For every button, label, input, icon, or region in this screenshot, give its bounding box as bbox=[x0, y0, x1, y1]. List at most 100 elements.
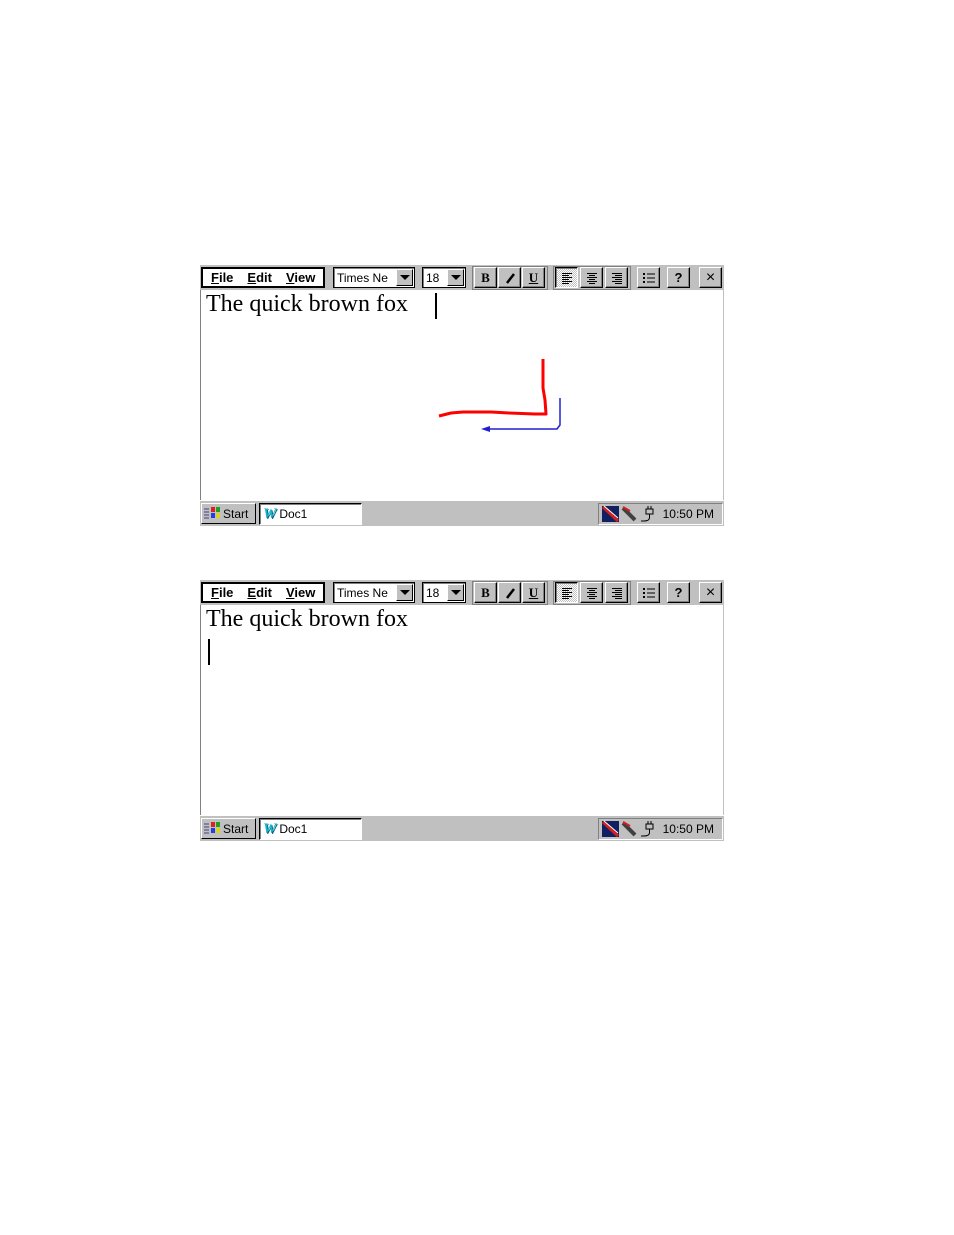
font-name-value: Times Ne bbox=[337, 585, 388, 600]
close-icon: × bbox=[705, 583, 716, 601]
italic-icon bbox=[505, 272, 515, 284]
power-plug-icon bbox=[641, 506, 654, 522]
italic-button[interactable] bbox=[498, 267, 521, 288]
start-button[interactable]: Start bbox=[201, 503, 256, 524]
document-area[interactable]: The quick brown fox bbox=[200, 605, 724, 815]
menu-file[interactable]: File bbox=[211, 585, 233, 600]
size-dropdown-button[interactable] bbox=[447, 584, 464, 601]
connection-icon bbox=[602, 505, 620, 523]
bold-button[interactable]: B bbox=[474, 582, 497, 603]
clock[interactable]: 10:50 PM bbox=[663, 507, 714, 521]
close-icon: × bbox=[705, 268, 716, 286]
system-tray: 10:50 PM bbox=[598, 503, 723, 525]
chevron-down-icon bbox=[450, 275, 461, 280]
chevron-down-icon bbox=[399, 275, 410, 280]
bullets-button[interactable] bbox=[637, 267, 660, 288]
size-dropdown-button[interactable] bbox=[447, 269, 464, 286]
help-button[interactable]: ? bbox=[667, 267, 690, 288]
tray-icons bbox=[602, 820, 654, 838]
start-label: Start bbox=[223, 821, 249, 836]
menu-view[interactable]: View bbox=[286, 585, 315, 600]
task-label: Doc1 bbox=[279, 507, 308, 521]
font-size-combo[interactable]: 18 bbox=[422, 582, 466, 603]
command-bar: File Edit View Times Ne 18 B U ? × bbox=[200, 579, 724, 605]
close-button[interactable]: × bbox=[699, 267, 722, 288]
menu-bar: File Edit View bbox=[201, 582, 325, 603]
menu-edit-accel: E bbox=[247, 270, 257, 285]
font-name-combo[interactable]: Times Ne bbox=[333, 582, 415, 603]
underline-label: U bbox=[528, 269, 539, 285]
italic-button[interactable] bbox=[498, 582, 521, 603]
bold-button[interactable]: B bbox=[474, 267, 497, 288]
font-size-value: 18 bbox=[426, 270, 440, 285]
pocket-word-screen-1: File Edit View Times Ne 18 B U ? × The q… bbox=[200, 264, 724, 526]
pocket-word-screen-2: File Edit View Times Ne 18 B U ? × The q… bbox=[200, 579, 724, 841]
align-right-button[interactable] bbox=[605, 267, 628, 288]
document-area[interactable]: The quick brown fox bbox=[200, 290, 724, 500]
system-tray: 10:50 PM bbox=[598, 818, 723, 840]
bullet-list-icon bbox=[642, 587, 655, 598]
windows-flag-icon bbox=[204, 822, 220, 834]
bullet-list-icon bbox=[642, 272, 655, 283]
align-center-button[interactable] bbox=[580, 267, 603, 288]
close-button[interactable]: × bbox=[699, 582, 722, 603]
help-button[interactable]: ? bbox=[667, 582, 690, 603]
font-dropdown-button[interactable] bbox=[396, 269, 413, 286]
pen-icon bbox=[621, 506, 637, 522]
align-right-button[interactable] bbox=[605, 582, 628, 603]
align-center-icon bbox=[586, 587, 597, 599]
document-text: The quick brown fox bbox=[206, 606, 408, 632]
align-left-icon bbox=[561, 587, 572, 599]
underline-button[interactable]: U bbox=[522, 582, 545, 603]
font-name-combo[interactable]: Times Ne bbox=[333, 267, 415, 288]
align-center-icon bbox=[586, 272, 597, 284]
start-button[interactable]: Start bbox=[201, 818, 256, 839]
menu-bar: File Edit View bbox=[201, 267, 325, 288]
taskbar-doc1-button[interactable]: W Doc1 bbox=[259, 503, 362, 525]
underline-label: U bbox=[528, 584, 539, 600]
help-icon: ? bbox=[674, 270, 683, 285]
font-size-value: 18 bbox=[426, 585, 440, 600]
text-caret bbox=[208, 639, 210, 665]
align-left-button[interactable] bbox=[555, 582, 578, 603]
chevron-down-icon bbox=[450, 590, 461, 595]
align-center-button[interactable] bbox=[580, 582, 603, 603]
menu-edit-label: dit bbox=[256, 585, 272, 600]
underline-button[interactable]: U bbox=[522, 267, 545, 288]
menu-edit[interactable]: Edit bbox=[247, 585, 272, 600]
menu-file-accel: F bbox=[211, 270, 219, 285]
help-icon: ? bbox=[674, 585, 683, 600]
align-left-button[interactable] bbox=[555, 267, 578, 288]
bold-label: B bbox=[481, 269, 490, 285]
taskbar: Start W Doc1 10:50 PM bbox=[200, 500, 724, 526]
word-w-icon: W bbox=[263, 505, 277, 522]
menu-view[interactable]: View bbox=[286, 270, 315, 285]
align-right-icon bbox=[611, 587, 622, 599]
bullets-button[interactable] bbox=[637, 582, 660, 603]
pen-icon bbox=[621, 821, 637, 837]
ink-stroke-red bbox=[438, 359, 548, 418]
menu-file-label: ile bbox=[218, 585, 234, 600]
font-size-combo[interactable]: 18 bbox=[422, 267, 466, 288]
ink-layer bbox=[438, 359, 561, 432]
chevron-down-icon bbox=[399, 590, 410, 595]
menu-file-accel: F bbox=[211, 585, 219, 600]
connection-icon bbox=[602, 820, 620, 838]
clock[interactable]: 10:50 PM bbox=[663, 822, 714, 836]
font-dropdown-button[interactable] bbox=[396, 584, 413, 601]
menu-edit[interactable]: Edit bbox=[247, 270, 272, 285]
power-plug-icon bbox=[641, 821, 654, 837]
taskbar: Start W Doc1 10:50 PM bbox=[200, 815, 724, 841]
menu-file[interactable]: File bbox=[211, 270, 233, 285]
taskbar-doc1-button[interactable]: W Doc1 bbox=[259, 818, 362, 840]
menu-view-label: iew bbox=[294, 585, 316, 600]
menu-edit-label: dit bbox=[256, 270, 272, 285]
ink-arrowhead bbox=[481, 426, 490, 432]
align-left-icon bbox=[561, 272, 572, 284]
menu-edit-accel: E bbox=[247, 585, 257, 600]
start-label: Start bbox=[223, 506, 249, 521]
task-label: Doc1 bbox=[279, 822, 308, 836]
font-name-value: Times Ne bbox=[337, 270, 388, 285]
menu-file-label: ile bbox=[218, 270, 234, 285]
align-right-icon bbox=[611, 272, 622, 284]
